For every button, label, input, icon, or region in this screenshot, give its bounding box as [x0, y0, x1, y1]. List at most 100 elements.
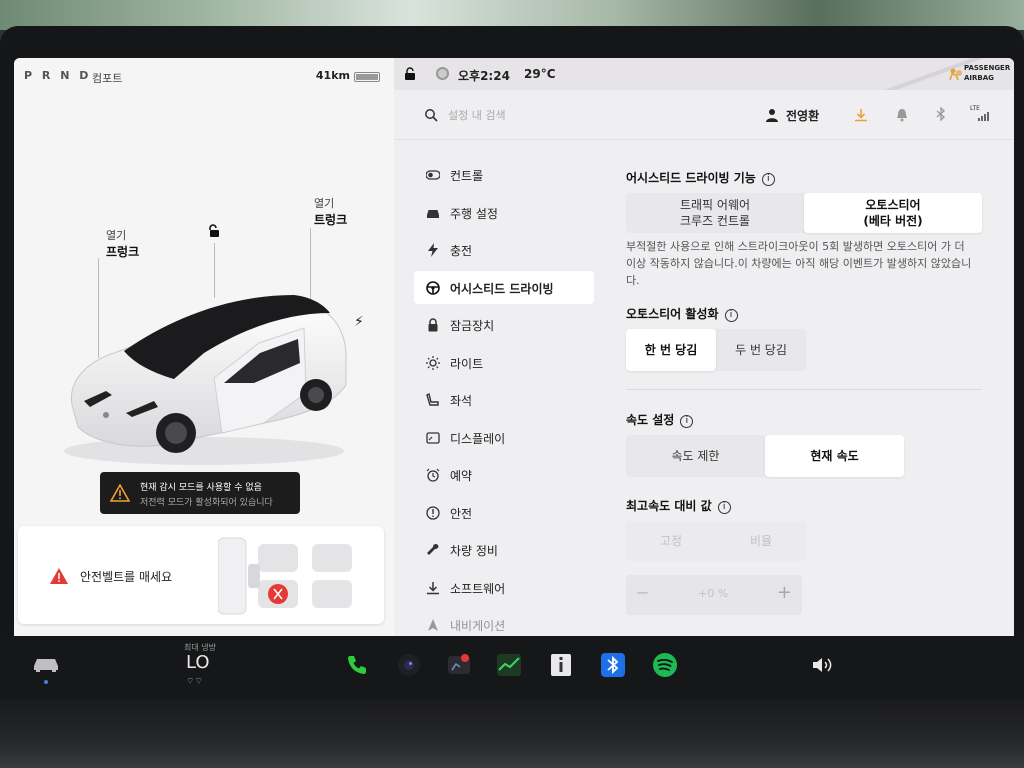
menu-item-service[interactable]: 차량 정비 [414, 533, 594, 566]
option-fixed[interactable]: 고정 [626, 521, 716, 561]
seat-occupancy-map [218, 537, 352, 615]
menu-label: 좌석 [450, 394, 473, 408]
dashcam-icon[interactable] [446, 652, 472, 678]
car-icon [427, 209, 439, 218]
menu-label: 컨트롤 [450, 169, 484, 183]
feature-title: 어시스티드 드라이빙 기능 i [626, 169, 775, 186]
charge-port-bolt-icon[interactable]: ⚡ [354, 314, 364, 330]
option-current-speed[interactable]: 현재 속도 [765, 435, 904, 477]
climate-fan-icon[interactable]: ⌔⌔ [186, 676, 203, 687]
user-profile-icon[interactable] [766, 108, 778, 122]
left-status-bar: P R N D 컴포트 41km [24, 68, 380, 88]
energy-app-icon[interactable] [496, 652, 522, 678]
menu-item-lights[interactable]: 라이트 [414, 346, 594, 379]
option-percentage[interactable]: 비율 [716, 521, 806, 561]
trunk-action: 열기 [314, 197, 335, 210]
alert-icon [426, 505, 440, 520]
seatbelt-alert-card[interactable]: 안전벨트를 매세요 [18, 526, 384, 624]
menu-item-controls[interactable]: 컨트롤 [414, 158, 594, 191]
speed-setting-title: 속도 설정 i [626, 411, 694, 428]
menu-item-charging[interactable]: 충전 [414, 233, 594, 266]
settings-header: 전영환 LTE [394, 90, 1014, 140]
software-update-download-icon[interactable] [854, 108, 868, 122]
battery-icon [354, 72, 380, 82]
speed-setting-selector: 속도 제한 현재 속도 [626, 435, 904, 477]
alert-triangle-icon [50, 568, 68, 584]
sentry-mode-icon[interactable] [436, 67, 449, 80]
menu-item-schedule[interactable]: 예약 [414, 458, 594, 491]
driver-profile-name[interactable]: 전영환 [786, 107, 819, 124]
airbag-label-2: AIRBAG [964, 74, 994, 82]
lock-icon [428, 318, 438, 332]
offset-stepper: − +0 % + [626, 575, 802, 615]
option-single-pull[interactable]: 한 번 당김 [626, 329, 716, 371]
offset-value: +0 % [698, 587, 729, 600]
display-icon [426, 431, 440, 444]
desc-line: 다. [626, 274, 640, 287]
search-icon [425, 109, 438, 122]
option-speed-limit[interactable]: 속도 제한 [626, 435, 765, 477]
option-traffic-aware-cruise[interactable]: 트래픽 어웨어 크루즈 컨트롤 [626, 193, 804, 233]
info-icon[interactable]: i [717, 501, 731, 514]
seatbelt-alert-text: 안전벨트를 매세요 [80, 570, 173, 584]
phone-icon[interactable] [344, 652, 370, 678]
autosteer-activation-title: 오토스티어 활성화 i [626, 305, 738, 322]
option-label: 현재 속도 [810, 449, 859, 463]
menu-item-locks[interactable]: 잠금장치 [414, 308, 594, 341]
menu-item-seats[interactable]: 좌석 [414, 383, 594, 416]
active-indicator-dot [44, 680, 48, 684]
feature-title-text: 어시스티드 드라이빙 기능 [626, 171, 756, 185]
car-3d-view [64, 295, 347, 465]
climate-temperature[interactable]: LO [186, 652, 210, 673]
option-label: 고정 [659, 534, 683, 548]
unlock-icon[interactable] [207, 224, 221, 238]
info-icon[interactable]: i [680, 415, 694, 428]
option-double-pull[interactable]: 두 번 당김 [716, 329, 806, 371]
notification-bell-icon[interactable] [896, 108, 908, 122]
seat-icon [426, 393, 439, 406]
option-line1: 오토스티어 [865, 198, 921, 212]
menu-item-display[interactable]: 디스플레이 [414, 421, 594, 454]
light-icon [426, 355, 440, 370]
menu-item-assisted-driving[interactable]: 어시스티드 드라이빙 [414, 270, 594, 304]
bluetooth-icon[interactable] [936, 107, 946, 121]
autosteer-title-text: 오토스티어 활성화 [626, 307, 719, 321]
volume-icon[interactable] [812, 656, 834, 674]
settings-search-input[interactable] [448, 104, 598, 126]
menu-item-safety[interactable]: 안전 [414, 496, 594, 529]
dashboard-lower [0, 700, 1024, 768]
autosteer-activation-selector: 한 번 당김 두 번 당김 [626, 329, 806, 371]
airbag-off-icon [949, 68, 962, 81]
decrease-button[interactable]: − [636, 583, 649, 602]
option-label: 속도 제한 [671, 449, 720, 463]
lock-status-icon[interactable] [404, 67, 416, 80]
passenger-airbag-indicator: PASSENGER AIRBAG [948, 64, 1010, 86]
manual-info-icon[interactable] [548, 652, 574, 678]
desc-line: 부적절한 사용으로 인해 스트라이크아웃이 5회 발생하면 오토스티어 가 더 [626, 240, 965, 253]
menu-label: 라이트 [450, 356, 484, 371]
spotify-icon[interactable] [652, 652, 678, 678]
open-frunk-button[interactable]: 열기 프렁크 [106, 228, 139, 260]
camera-icon[interactable] [396, 652, 422, 678]
option-autosteer-beta[interactable]: 오토스티어 (베타 버전) [804, 193, 982, 233]
menu-item-software[interactable]: 소프트웨어 [414, 571, 594, 604]
menu-item-navigation[interactable]: 내비게이션 [414, 608, 594, 636]
info-icon[interactable]: i [724, 309, 738, 322]
option-line2: (베타 버전) [863, 214, 923, 228]
speed-title-text: 속도 설정 [626, 413, 675, 427]
assist-feature-selector: 트래픽 어웨어 크루즈 컨트롤 오토스티어 (베타 버전) [626, 193, 982, 233]
increase-button[interactable]: + [777, 582, 792, 603]
lte-signal-icon: LTE [970, 105, 989, 121]
open-trunk-button[interactable]: 열기 트렁크 [314, 196, 347, 228]
frunk-label: 프렁크 [106, 245, 140, 259]
settings-panel: 오후2:24 29°C PASSENGER AIRBAG 설정 내 검색 전영환… [394, 58, 1014, 636]
clock: 오후2:24 [458, 69, 510, 83]
info-icon[interactable]: i [761, 173, 775, 186]
drive-mode: 컴포트 [92, 72, 123, 85]
menu-item-driving-settings[interactable]: 주행 설정 [414, 196, 594, 229]
car-menu-icon[interactable] [32, 656, 60, 672]
bluetooth-app-icon[interactable] [600, 652, 626, 678]
menu-label: 충전 [450, 244, 473, 258]
outside-temperature: 29°C [524, 67, 556, 81]
option-label: 비율 [749, 534, 773, 548]
